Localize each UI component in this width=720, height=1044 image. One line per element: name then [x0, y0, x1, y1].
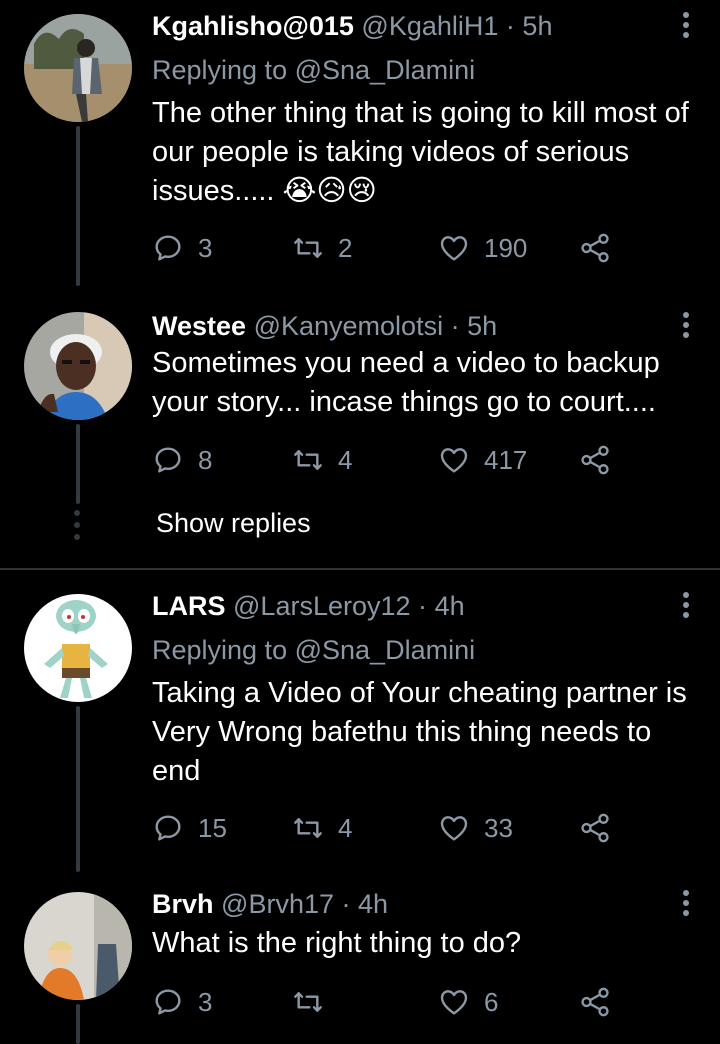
like-icon — [438, 232, 470, 264]
separator-dot: · — [418, 591, 428, 621]
retweet-button[interactable] — [292, 982, 338, 1022]
tweet-text: Sometimes you need a video to backup you… — [152, 347, 660, 418]
share-button[interactable] — [578, 228, 626, 268]
thread-continuation-dots — [74, 510, 80, 546]
avatar[interactable] — [24, 14, 132, 122]
separator-dot: · — [341, 889, 351, 919]
user-handle[interactable]: @Brvh17 — [221, 889, 334, 919]
tweet-header: LARS @LarsLeroy12 · 4h — [152, 588, 660, 624]
like-button[interactable]: 6 — [438, 982, 498, 1022]
reply-count: 15 — [198, 812, 227, 843]
display-name[interactable]: LARS — [152, 591, 226, 621]
display-name[interactable]: Kgahlisho@015 — [152, 11, 354, 41]
more-icon[interactable] — [678, 592, 694, 622]
reply-button[interactable]: 3 — [152, 228, 212, 268]
share-icon — [578, 443, 612, 477]
retweet-icon — [292, 444, 324, 476]
more-icon[interactable] — [678, 12, 694, 42]
retweet-count: 4 — [338, 444, 353, 475]
user-handle[interactable]: @LarsLeroy12 — [233, 591, 411, 621]
tweet-actions: 3 6 — [152, 982, 622, 1022]
timestamp[interactable]: 4h — [435, 591, 465, 621]
reply-icon — [152, 232, 184, 264]
like-count: 33 — [484, 812, 513, 843]
tweet-actions: 3 2 190 — [152, 228, 622, 268]
share-button[interactable] — [578, 440, 626, 480]
tweet-actions: 8 4 417 — [152, 440, 622, 480]
reply-icon — [152, 812, 184, 844]
retweet-icon — [292, 812, 324, 844]
timestamp[interactable]: 4h — [358, 889, 388, 919]
reply-count: 3 — [198, 986, 213, 1017]
timestamp[interactable]: 5h — [467, 311, 497, 341]
replying-label: Replying to — [152, 55, 288, 85]
thread-line — [76, 1004, 80, 1044]
tweet[interactable]: Brvh @Brvh17 · 4h What is the right thin… — [0, 886, 720, 1044]
separator-dot: · — [505, 11, 515, 41]
avatar[interactable] — [24, 312, 132, 420]
like-count: 417 — [484, 444, 528, 475]
thread-line — [76, 706, 80, 872]
more-icon[interactable] — [678, 312, 694, 342]
reply-button[interactable]: 15 — [152, 808, 227, 848]
reply-count: 8 — [198, 444, 213, 475]
like-count: 190 — [484, 232, 528, 263]
separator-dot: · — [450, 311, 460, 341]
tweet[interactable]: Kgahlisho@015 @KgahliH1 · 5h Replying to… — [0, 8, 720, 286]
like-icon — [438, 812, 470, 844]
share-button[interactable] — [578, 982, 626, 1022]
tweet-text: What is the right thing to do? — [152, 927, 522, 959]
mention-link[interactable]: @Sna_Dlamini — [295, 635, 475, 665]
like-button[interactable]: 33 — [438, 808, 513, 848]
user-handle[interactable]: @KgahliH1 — [361, 11, 498, 41]
like-button[interactable]: 417 — [438, 440, 527, 480]
more-icon[interactable] — [678, 890, 694, 920]
reply-icon — [152, 986, 184, 1018]
retweet-icon — [292, 986, 324, 1018]
reply-icon — [152, 444, 184, 476]
retweet-button[interactable]: 4 — [292, 440, 352, 480]
like-count: 6 — [484, 986, 499, 1017]
replying-to: Replying to @Sna_Dlamini — [152, 52, 475, 88]
display-name[interactable]: Brvh — [152, 889, 214, 919]
avatar[interactable] — [24, 892, 132, 1000]
retweet-icon — [292, 232, 324, 264]
retweet-button[interactable]: 4 — [292, 808, 352, 848]
share-icon — [578, 231, 612, 265]
tweet-header: Brvh @Brvh17 · 4h — [152, 886, 660, 922]
thread-line — [76, 424, 80, 504]
display-name[interactable]: Westee — [152, 311, 246, 341]
reply-button[interactable]: 8 — [152, 440, 212, 480]
tweet-text: The other thing that is going to kill mo… — [152, 97, 689, 207]
replying-label: Replying to — [152, 635, 288, 665]
tweet[interactable]: LARS @LarsLeroy12 · 4h Replying to @Sna_… — [0, 588, 720, 872]
like-icon — [438, 444, 470, 476]
reply-count: 3 — [198, 232, 213, 263]
timestamp[interactable]: 5h — [522, 11, 552, 41]
show-replies-link[interactable]: Show replies — [156, 508, 311, 539]
retweet-count: 2 — [338, 232, 353, 263]
replying-to: Replying to @Sna_Dlamini — [152, 632, 475, 668]
tweet[interactable]: Westee @Kanyemolotsi · 5h Sometimes you … — [0, 308, 720, 508]
tweet-text: Taking a Video of Your cheating partner … — [152, 677, 687, 787]
share-icon — [578, 985, 612, 1019]
user-handle[interactable]: @Kanyemolotsi — [254, 311, 444, 341]
reply-button[interactable]: 3 — [152, 982, 212, 1022]
thread-line — [76, 126, 80, 286]
mention-link[interactable]: @Sna_Dlamini — [295, 55, 475, 85]
share-button[interactable] — [578, 808, 626, 848]
retweet-button[interactable]: 2 — [292, 228, 352, 268]
tweet-header: Kgahlisho@015 @KgahliH1 · 5h — [152, 8, 660, 44]
retweet-count: 4 — [338, 812, 353, 843]
tweet-header: Westee @Kanyemolotsi · 5h — [152, 308, 660, 344]
like-icon — [438, 986, 470, 1018]
divider — [0, 568, 720, 570]
share-icon — [578, 811, 612, 845]
like-button[interactable]: 190 — [438, 228, 527, 268]
tweet-actions: 15 4 33 — [152, 808, 622, 848]
avatar[interactable] — [24, 594, 132, 702]
